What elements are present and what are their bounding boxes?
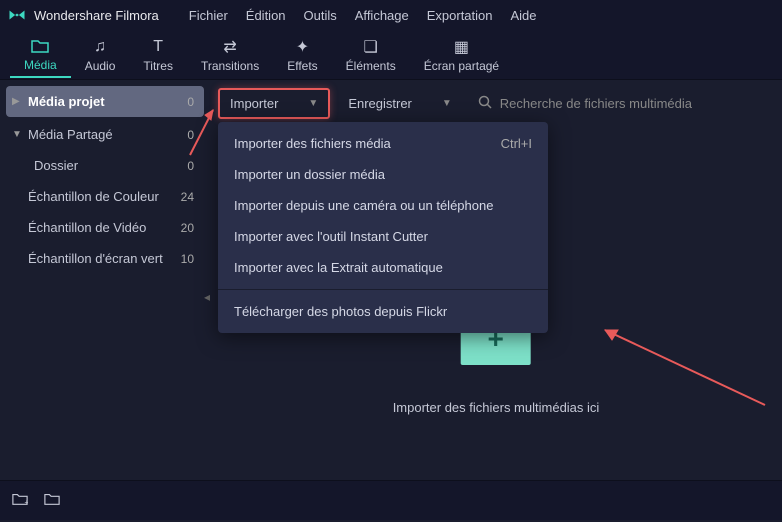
title-bar: Wondershare Filmora Fichier Édition Outi…	[0, 0, 782, 30]
chevron-right-icon: ▶	[12, 96, 24, 107]
transition-icon: ⇄	[223, 37, 236, 57]
search-box[interactable]	[470, 91, 774, 116]
tab-transitions[interactable]: ⇄ Transitions	[187, 33, 273, 77]
import-instant-cutter[interactable]: Importer avec l'outil Instant Cutter	[218, 221, 548, 252]
search-icon	[478, 95, 492, 112]
chevron-down-icon: ▼	[308, 98, 318, 109]
download-from-flickr[interactable]: Télécharger des photos depuis Flickr	[218, 296, 548, 327]
import-from-camera[interactable]: Importer depuis une caméra ou un télépho…	[218, 190, 548, 221]
menu-bar: Fichier Édition Outils Affichage Exporta…	[189, 8, 537, 23]
tab-media[interactable]: Média	[10, 32, 71, 78]
music-icon: ♫	[94, 37, 106, 57]
sidebar-item-shared-media[interactable]: ▼ Média Partagé 0	[0, 119, 210, 150]
splitscreen-icon: ▦	[454, 37, 469, 57]
save-dropdown-button[interactable]: Enregistrer ▼	[338, 90, 461, 117]
toolbar: Média ♫ Audio T Titres ⇄ Transitions ✦ E…	[0, 30, 782, 80]
app-logo-icon	[8, 6, 26, 24]
menu-edit[interactable]: Édition	[246, 8, 286, 23]
folder-icon[interactable]	[44, 492, 60, 510]
menu-file[interactable]: Fichier	[189, 8, 228, 23]
sidebar-item-folder[interactable]: Dossier 0	[0, 150, 210, 181]
content-area: ▶ Média projet 0 ▼ Média Partagé 0 Dossi…	[0, 80, 782, 480]
app-title: Wondershare Filmora	[34, 8, 159, 23]
tab-elements[interactable]: ❏ Éléments	[332, 33, 410, 77]
menu-separator	[218, 289, 548, 290]
chevron-down-icon: ▼	[12, 129, 24, 140]
import-media-files[interactable]: Importer des fichiers média Ctrl+I	[218, 128, 548, 159]
tab-effects[interactable]: ✦ Effets	[273, 33, 331, 77]
effects-icon: ✦	[296, 37, 309, 57]
bottom-bar: +	[0, 480, 782, 520]
tab-audio[interactable]: ♫ Audio	[71, 33, 130, 77]
import-dropdown-button[interactable]: Importer ▼	[218, 88, 330, 119]
import-media-folder[interactable]: Importer un dossier média	[218, 159, 548, 190]
svg-text:+: +	[24, 498, 28, 506]
annotation-arrow-icon	[590, 320, 770, 410]
import-dropdown-menu: Importer des fichiers média Ctrl+I Impor…	[218, 122, 548, 333]
action-bar: Importer ▼ Enregistrer ▼	[210, 80, 782, 127]
search-input[interactable]	[500, 96, 766, 111]
menu-help[interactable]: Aide	[511, 8, 537, 23]
sidebar-item-color-sample[interactable]: Échantillon de Couleur 24	[0, 181, 210, 212]
elements-icon: ❏	[364, 37, 378, 57]
sidebar-item-video-sample[interactable]: Échantillon de Vidéo 20	[0, 212, 210, 243]
import-auto-extract[interactable]: Importer avec la Extrait automatique	[218, 252, 548, 283]
menu-tools[interactable]: Outils	[304, 8, 337, 23]
sidebar-item-project-media[interactable]: ▶ Média projet 0	[6, 86, 204, 117]
sidebar: ▶ Média projet 0 ▼ Média Partagé 0 Dossi…	[0, 80, 210, 480]
sidebar-item-greenscreen-sample[interactable]: Échantillon d'écran vert 10	[0, 243, 210, 274]
tab-splitscreen[interactable]: ▦ Écran partagé	[410, 33, 513, 77]
dropzone-label: Importer des fichiers multimédias ici	[393, 400, 600, 415]
menu-export[interactable]: Exportation	[427, 8, 493, 23]
text-icon: T	[153, 37, 163, 57]
tab-titles[interactable]: T Titres	[129, 33, 187, 77]
folder-icon	[31, 36, 49, 56]
menu-view[interactable]: Affichage	[355, 8, 409, 23]
add-folder-icon[interactable]: +	[12, 492, 28, 510]
main-panel: Importer ▼ Enregistrer ▼ Importer des fi…	[210, 80, 782, 480]
chevron-down-icon: ▼	[442, 98, 452, 109]
